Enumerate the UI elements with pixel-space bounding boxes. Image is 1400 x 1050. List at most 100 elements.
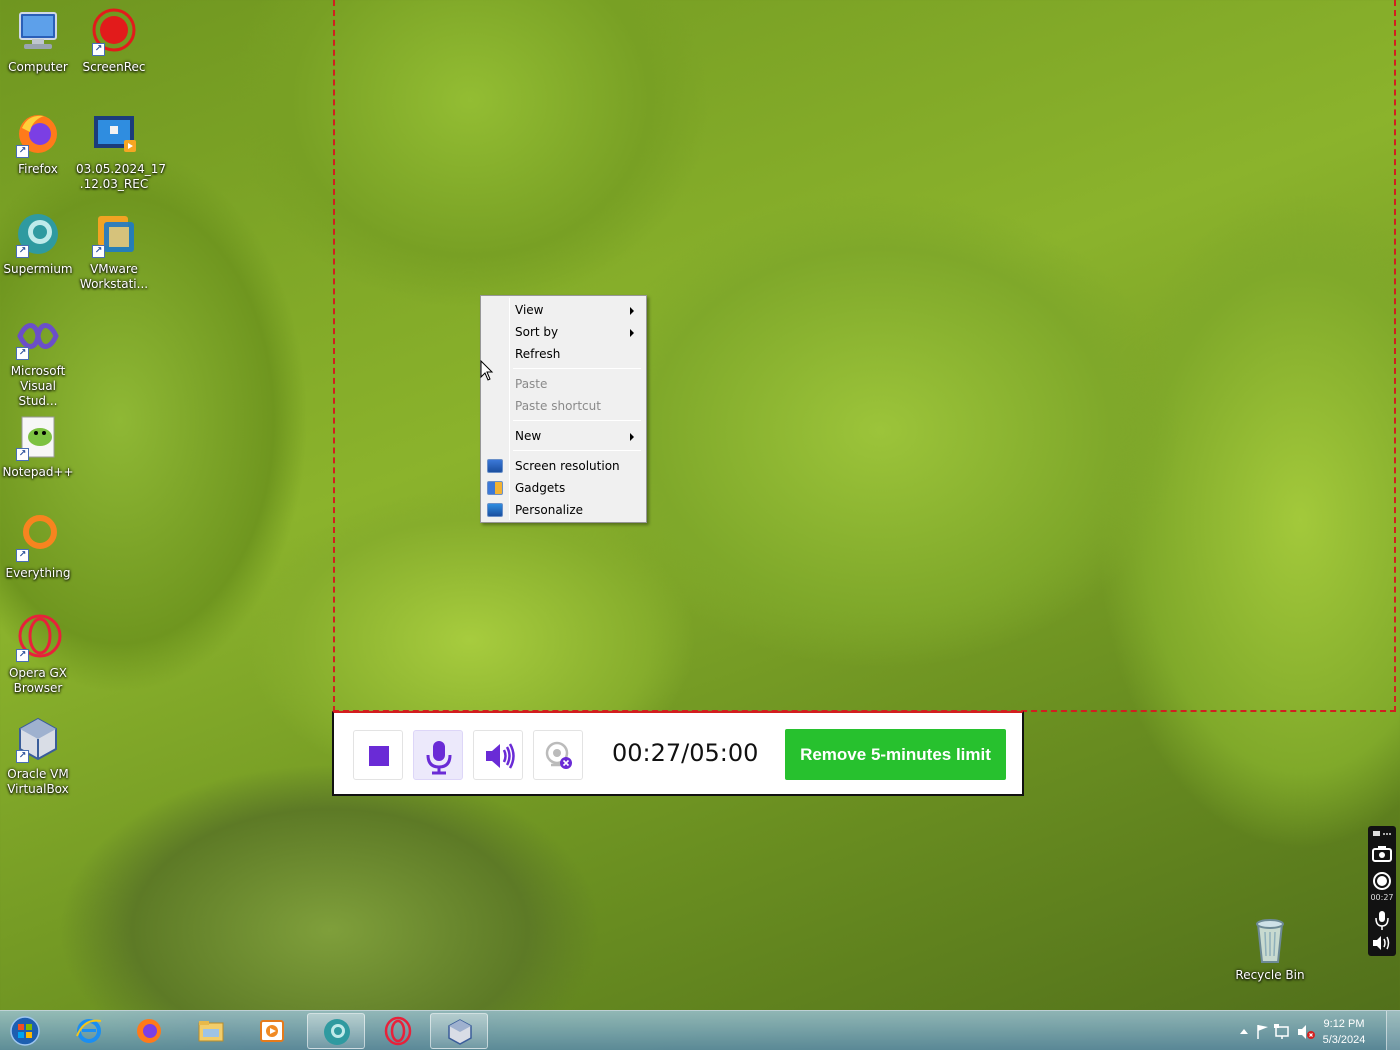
menu-item-view[interactable]: View: [483, 299, 644, 321]
start-orb-icon: [10, 1016, 40, 1046]
clock[interactable]: 9:12 PM 5/3/2024: [1314, 1016, 1374, 1048]
taskbar-media-player[interactable]: [243, 1013, 301, 1049]
show-hidden-icons-icon[interactable]: [1240, 1029, 1248, 1034]
submenu-arrow-icon: [630, 307, 634, 315]
supermium-icon: [324, 1019, 350, 1045]
desktop-icon-label: Firefox: [18, 162, 58, 176]
widget-speaker-icon[interactable]: [1373, 936, 1390, 950]
vmware-icon: ↗: [90, 210, 138, 258]
menu-item-gadgets[interactable]: Gadgets: [483, 477, 644, 499]
desktop-icon-everything[interactable]: ↗ Everything: [0, 514, 76, 581]
microphone-icon: [426, 741, 452, 775]
menu-separator: [513, 420, 641, 421]
show-desktop-button[interactable]: [1386, 1011, 1400, 1050]
desktop-icon-label: Computer: [8, 60, 68, 74]
file-explorer-icon: [198, 1021, 224, 1042]
desktop-icon-screenrec[interactable]: ↗ ScreenRec: [76, 8, 152, 75]
taskbar-file-explorer[interactable]: [182, 1013, 240, 1049]
menu-item-label: Sort by: [515, 325, 559, 339]
internet-explorer-icon: [76, 1019, 102, 1043]
desktop-icon-label: Supermium: [3, 262, 73, 276]
stop-recording-button[interactable]: [353, 730, 403, 780]
webcam-off-icon: [545, 741, 572, 769]
menu-item-paste-shortcut[interactable]: Paste shortcut: [483, 395, 644, 417]
stop-icon: [369, 746, 389, 766]
desktop-icon-label: Oracle VM VirtualBox: [7, 767, 69, 796]
network-icon[interactable]: [1274, 1024, 1289, 1039]
menu-item-screen-resolution[interactable]: Screen resolution: [483, 455, 644, 477]
supermium-icon: ↗: [14, 210, 62, 258]
action-center-flag-icon[interactable]: [1257, 1025, 1268, 1039]
notepadpp-icon: ↗: [14, 413, 62, 461]
desktop-icon-computer[interactable]: Computer: [0, 8, 76, 75]
system-tray: 9:12 PM 5/3/2024: [1210, 1011, 1400, 1050]
everything-icon: ↗: [14, 514, 62, 562]
menu-item-label: Personalize: [515, 503, 584, 517]
mouse-cursor-icon: [480, 360, 494, 381]
desktop-icon-opera-gx[interactable]: ↗ Opera GX Browser: [0, 614, 76, 696]
taskbar: 9:12 PM 5/3/2024: [0, 1010, 1400, 1050]
volume-muted-icon[interactable]: [1298, 1025, 1315, 1039]
desktop-context-menu: View Sort by Refresh Paste Paste shortcu…: [480, 295, 647, 523]
taskbar-firefox[interactable]: [120, 1013, 178, 1049]
webcam-toggle-button[interactable]: [533, 730, 583, 780]
start-button[interactable]: [0, 1013, 52, 1049]
gadgets-icon: [487, 481, 503, 495]
desktop-icon-visual-studio[interactable]: ↗ Microsoft Visual Stud...: [0, 312, 76, 409]
menu-item-label: Refresh: [515, 347, 561, 361]
media-player-icon: [260, 1020, 284, 1042]
desktop-icon-firefox[interactable]: ↗ Firefox: [0, 110, 76, 177]
desktop-icon-label: Everything: [5, 566, 71, 580]
desktop-icon-label: Notepad++: [2, 465, 74, 479]
screenshot-camera-icon[interactable]: [1372, 846, 1392, 862]
visual-studio-icon: ↗: [14, 312, 62, 360]
virtualbox-icon: ↗: [14, 715, 62, 763]
widget-menu-icon[interactable]: [1373, 831, 1391, 836]
menu-item-label: Paste: [515, 377, 548, 391]
opera-gx-icon: ↗: [14, 614, 62, 662]
menu-item-personalize[interactable]: Personalize: [483, 499, 644, 521]
taskbar-virtualbox[interactable]: [430, 1013, 488, 1049]
virtualbox-icon: [448, 1019, 472, 1045]
menu-item-new[interactable]: New: [483, 425, 644, 447]
taskbar-opera-gx[interactable]: [369, 1013, 427, 1049]
desktop-icon-label: Opera GX Browser: [8, 666, 68, 695]
menu-item-label: Paste shortcut: [515, 399, 601, 413]
computer-icon: [14, 8, 62, 56]
firefox-icon: [137, 1019, 161, 1043]
desktop-icon-virtualbox[interactable]: ↗ Oracle VM VirtualBox: [0, 715, 76, 797]
menu-item-label: View: [515, 303, 544, 317]
menu-item-sort-by[interactable]: Sort by: [483, 321, 644, 343]
menu-item-label: Gadgets: [515, 481, 566, 495]
record-icon[interactable]: [1373, 872, 1391, 890]
desktop-icon-video-file[interactable]: 03.05.2024_17 .12.03_REC: [76, 110, 166, 192]
desktop-icon-label: 03.05.2024_17 .12.03_REC: [76, 162, 166, 191]
desktop-icon-vmware[interactable]: ↗ VMware Workstati...: [76, 210, 152, 292]
screenrec-icon: ↗: [90, 8, 138, 56]
remove-limit-button[interactable]: Remove 5-minutes limit: [785, 729, 1006, 780]
speaker-icon: [486, 743, 515, 769]
taskbar-internet-explorer[interactable]: [60, 1013, 118, 1049]
desktop-icon-notepadpp[interactable]: ↗ Notepad++: [0, 413, 76, 480]
desktop-icon-recycle-bin[interactable]: Recycle Bin: [1232, 916, 1308, 983]
taskbar-supermium[interactable]: [307, 1013, 365, 1049]
desktop-icon-label: Recycle Bin: [1235, 968, 1305, 982]
menu-item-refresh[interactable]: Refresh: [483, 343, 644, 365]
microphone-toggle-button[interactable]: [413, 730, 463, 780]
desktop-icon-label: Microsoft Visual Stud...: [10, 364, 66, 408]
widget-microphone-icon[interactable]: [1375, 911, 1389, 930]
recorder-side-widget: 00:27: [1368, 826, 1396, 956]
submenu-arrow-icon: [630, 433, 634, 441]
menu-separator: [513, 368, 641, 369]
menu-item-paste[interactable]: Paste: [483, 373, 644, 395]
firefox-icon: ↗: [14, 110, 62, 158]
submenu-arrow-icon: [630, 329, 634, 337]
recording-timer: 00:27/05:00: [612, 739, 759, 767]
screen-resolution-icon: [487, 459, 503, 473]
desktop-icon-supermium[interactable]: ↗ Supermium: [0, 210, 76, 277]
video-file-icon: [90, 110, 138, 158]
clock-time: 9:12 PM: [1323, 1018, 1365, 1030]
clock-date: 5/3/2024: [1322, 1034, 1366, 1046]
menu-item-label: Screen resolution: [515, 459, 620, 473]
system-audio-toggle-button[interactable]: [473, 730, 523, 780]
